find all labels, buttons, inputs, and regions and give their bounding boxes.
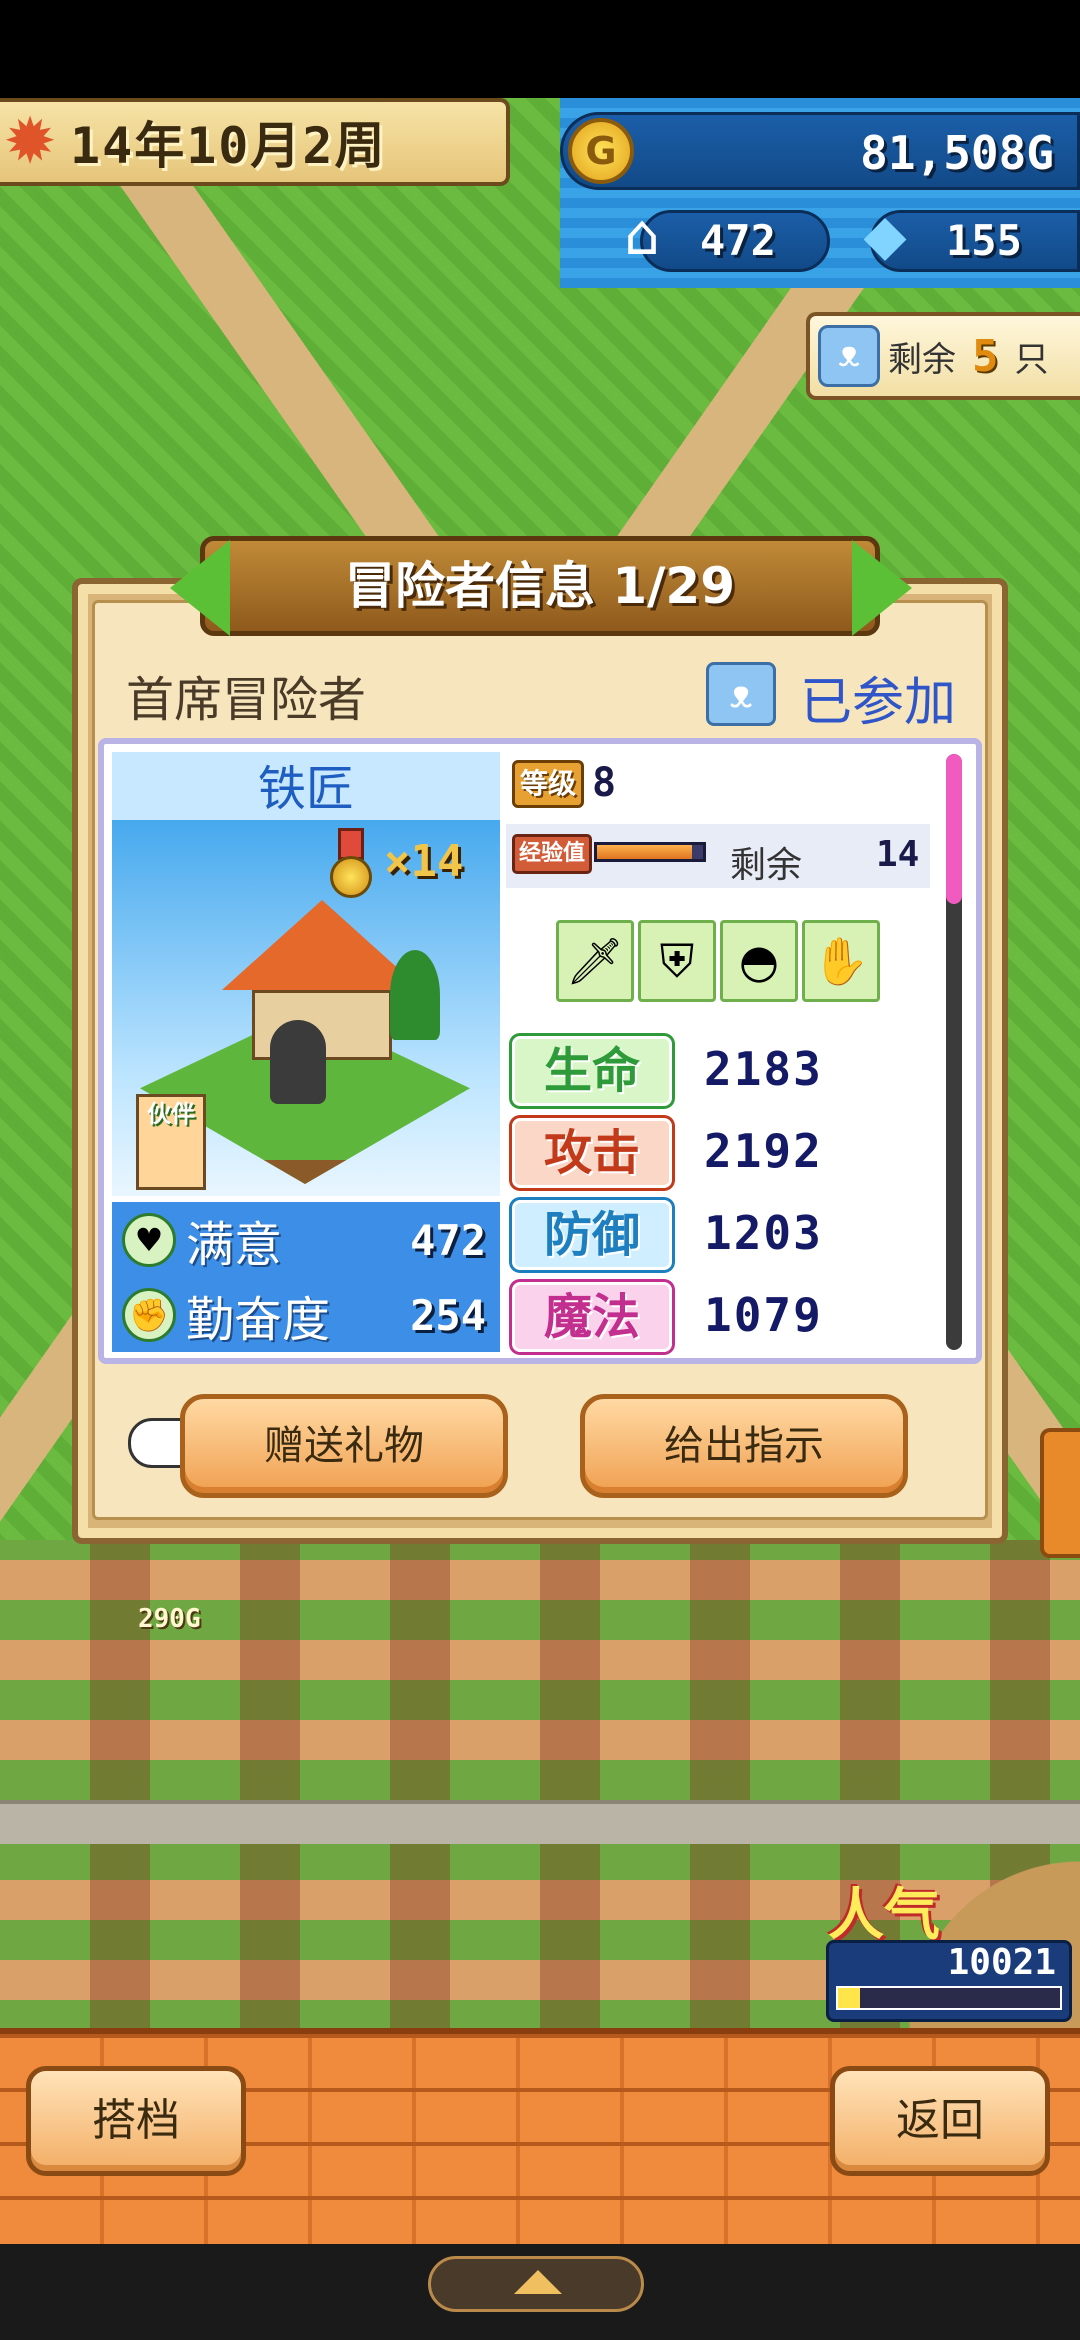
equipment-row: 🗡 ⛨ ◓ ✋ [556, 920, 884, 1006]
satisfaction-value: 472 [410, 1215, 486, 1265]
sword-icon[interactable]: 🗡 [556, 920, 634, 1002]
satisfaction-label: 满意 [186, 1217, 283, 1273]
dialog-title: 冒险者信息 1/29 [344, 557, 736, 615]
date-display: ✹ 14年10月2周 [0, 98, 510, 186]
exp-bar-fill [597, 845, 693, 859]
hp-value: 2183 [704, 1042, 823, 1096]
job-name: 铁匠 [257, 761, 354, 817]
house-icon: ⌂ [624, 203, 660, 268]
rank-label: 首席冒险者 [126, 672, 367, 728]
remaining-unit: 只 [1014, 339, 1049, 380]
medal-disc [330, 856, 372, 898]
satisfaction-row: ♥ 满意 472 [112, 1202, 500, 1278]
date-text: 14年10月2周 [70, 117, 387, 175]
back-button[interactable]: 返回 [830, 2066, 1050, 2176]
remaining-label: 剩余 [888, 339, 956, 380]
bunny-monster-icon: ᴥ [818, 325, 880, 387]
coin-float-text: 290G [138, 1604, 201, 1634]
diligence-value: 254 [410, 1290, 486, 1340]
remaining-monsters-panel[interactable]: ᴥ 剩余 5 只 [806, 312, 1080, 400]
side-menu-arrow-icon[interactable] [1040, 1428, 1080, 1558]
crystal-icon: ◆ [863, 203, 907, 268]
give-instruction-button[interactable]: 给出指示 [580, 1394, 908, 1498]
remaining-count: 5 [972, 330, 999, 382]
popularity-bar [836, 1986, 1062, 2010]
attack-badge: 攻击 [512, 1118, 672, 1188]
scrollbar-thumb[interactable] [946, 754, 962, 904]
adventurer-sprite [270, 1020, 326, 1104]
joined-status: 已参加 [800, 673, 957, 733]
partner-button[interactable]: 搭档 [26, 2066, 246, 2176]
exp-bar [594, 842, 706, 862]
magic-value: 1079 [704, 1288, 823, 1342]
popularity-bar-fill [838, 1988, 861, 2008]
diligence-label: 勤奋度 [186, 1292, 331, 1348]
level-badge: 等级 [512, 760, 584, 808]
fist-icon: ✊ [122, 1288, 176, 1342]
gem-count: 155 [946, 216, 1022, 265]
level-value: 8 [592, 760, 617, 806]
exp-remaining-label: 剩余 [730, 845, 803, 886]
diligence-row: ✊ 勤奋度 254 [112, 1278, 500, 1352]
defense-value: 1203 [704, 1206, 823, 1260]
defense-badge: 防御 [512, 1200, 672, 1270]
armor-icon[interactable]: ⛨ [638, 920, 716, 1002]
tree-sprite [390, 950, 440, 1040]
popularity-label: 人气 [828, 1883, 940, 1948]
magic-badge: 魔法 [512, 1282, 672, 1352]
expand-arrow-icon [514, 2270, 562, 2294]
attack-value: 2192 [704, 1124, 823, 1178]
heart-icon: ♥ [122, 1213, 176, 1267]
maple-leaf-icon: ✹ [3, 105, 57, 179]
medal-count: ×14 [384, 836, 464, 887]
bunny-status-icon: ᴥ [706, 662, 776, 726]
helmet-icon[interactable]: ◓ [720, 920, 798, 1002]
town-wall [0, 1800, 1080, 1844]
medal-icon [330, 828, 378, 898]
exp-badge: 经验值 [512, 834, 592, 874]
popularity-value: 10021 [947, 1942, 1056, 1983]
partner-tag: 伙伴 [147, 1100, 195, 1128]
hp-badge: 生命 [512, 1036, 672, 1106]
population-count: 472 [700, 216, 776, 265]
gold-amount: 81,508G [860, 126, 1054, 180]
exp-remaining-value: 14 [876, 834, 920, 875]
give-gift-button[interactable]: 赠送礼物 [180, 1394, 508, 1498]
gauntlet-icon[interactable]: ✋ [802, 920, 880, 1002]
gold-coin-icon: G [568, 118, 634, 184]
